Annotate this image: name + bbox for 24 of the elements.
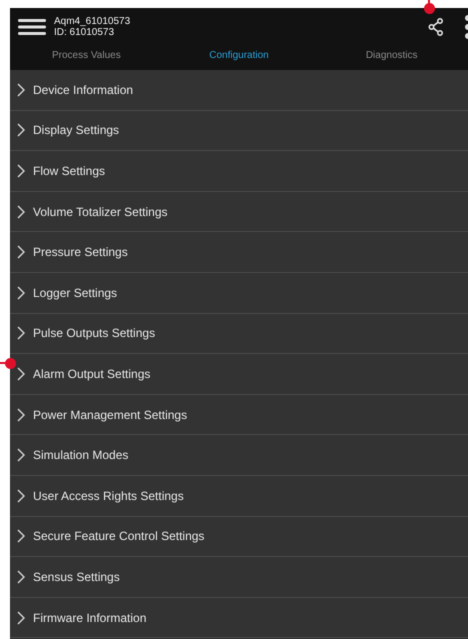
share-icon[interactable] xyxy=(428,18,444,36)
chevron-right-icon xyxy=(17,82,25,97)
tab[interactable]: Process Values xyxy=(10,46,163,70)
more-icon[interactable] xyxy=(462,15,468,39)
chevron-right-icon xyxy=(17,204,25,219)
chevron-right-icon xyxy=(17,366,25,381)
chevron-right-icon xyxy=(17,164,25,178)
chevron-right-icon xyxy=(17,286,25,300)
tab[interactable]: Diagnostics xyxy=(315,46,468,70)
menu-row[interactable]: Device Information xyxy=(10,70,468,111)
device-id: ID: 61010573 xyxy=(54,27,116,38)
marker-dot xyxy=(424,3,435,14)
marker-dot xyxy=(5,358,16,369)
chevron-right-icon xyxy=(17,488,25,503)
chevron-right-icon xyxy=(17,448,25,462)
device-name: Aqm4_61010573 xyxy=(54,16,132,27)
chevron-right-icon xyxy=(17,529,25,544)
menu-icon[interactable] xyxy=(18,18,46,36)
chevron-right-icon xyxy=(17,610,25,625)
chevron-right-icon xyxy=(17,570,25,584)
chevron-right-icon xyxy=(17,326,25,340)
chevron-right-icon xyxy=(17,408,25,422)
chevron-right-icon xyxy=(17,245,25,260)
chevron-right-icon xyxy=(17,123,25,138)
